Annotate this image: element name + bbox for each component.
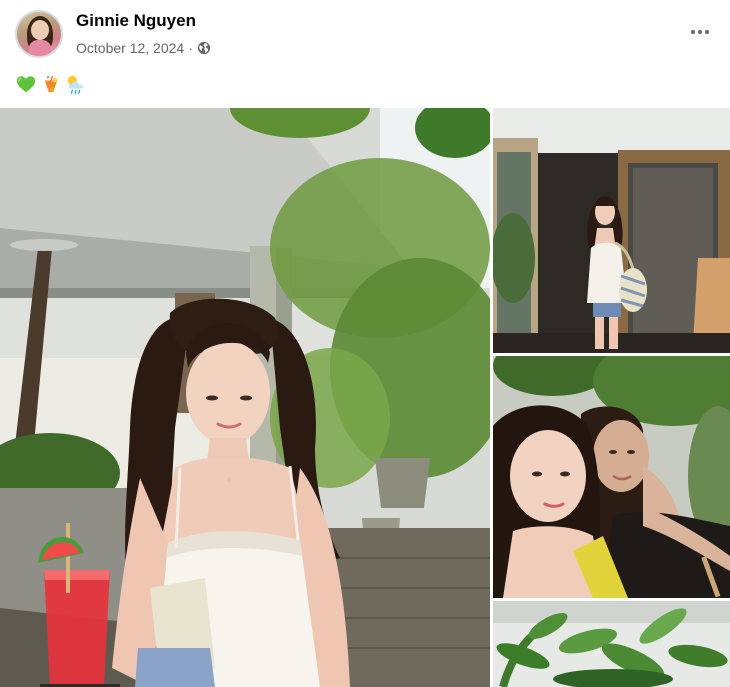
- post-caption: [15, 72, 87, 96]
- post-meta: October 12, 2024 ·: [76, 38, 211, 58]
- tropical-drink-icon: [40, 73, 62, 95]
- more-dot: [705, 30, 709, 34]
- more-dot: [698, 30, 702, 34]
- more-horizontal-icon: [691, 30, 695, 34]
- more-options-button[interactable]: [682, 14, 718, 50]
- photo-mid-right[interactable]: [493, 356, 730, 598]
- green-heart-icon: [15, 73, 37, 95]
- photo-main[interactable]: [0, 108, 490, 687]
- post-date-link[interactable]: October 12, 2024: [76, 40, 184, 56]
- meta-separator: ·: [188, 40, 193, 56]
- photo-bottom-right[interactable]: [493, 601, 730, 687]
- facebook-post: Ginnie Nguyen October 12, 2024 ·: [0, 0, 730, 687]
- avatar-face: [31, 20, 49, 40]
- globe-icon[interactable]: [197, 41, 211, 55]
- sun-behind-rain-cloud-icon: [65, 73, 87, 95]
- author-name-link[interactable]: Ginnie Nguyen: [76, 11, 196, 31]
- photo-top-right[interactable]: [493, 108, 730, 353]
- avatar-body: [29, 40, 51, 56]
- author-avatar[interactable]: [15, 10, 63, 58]
